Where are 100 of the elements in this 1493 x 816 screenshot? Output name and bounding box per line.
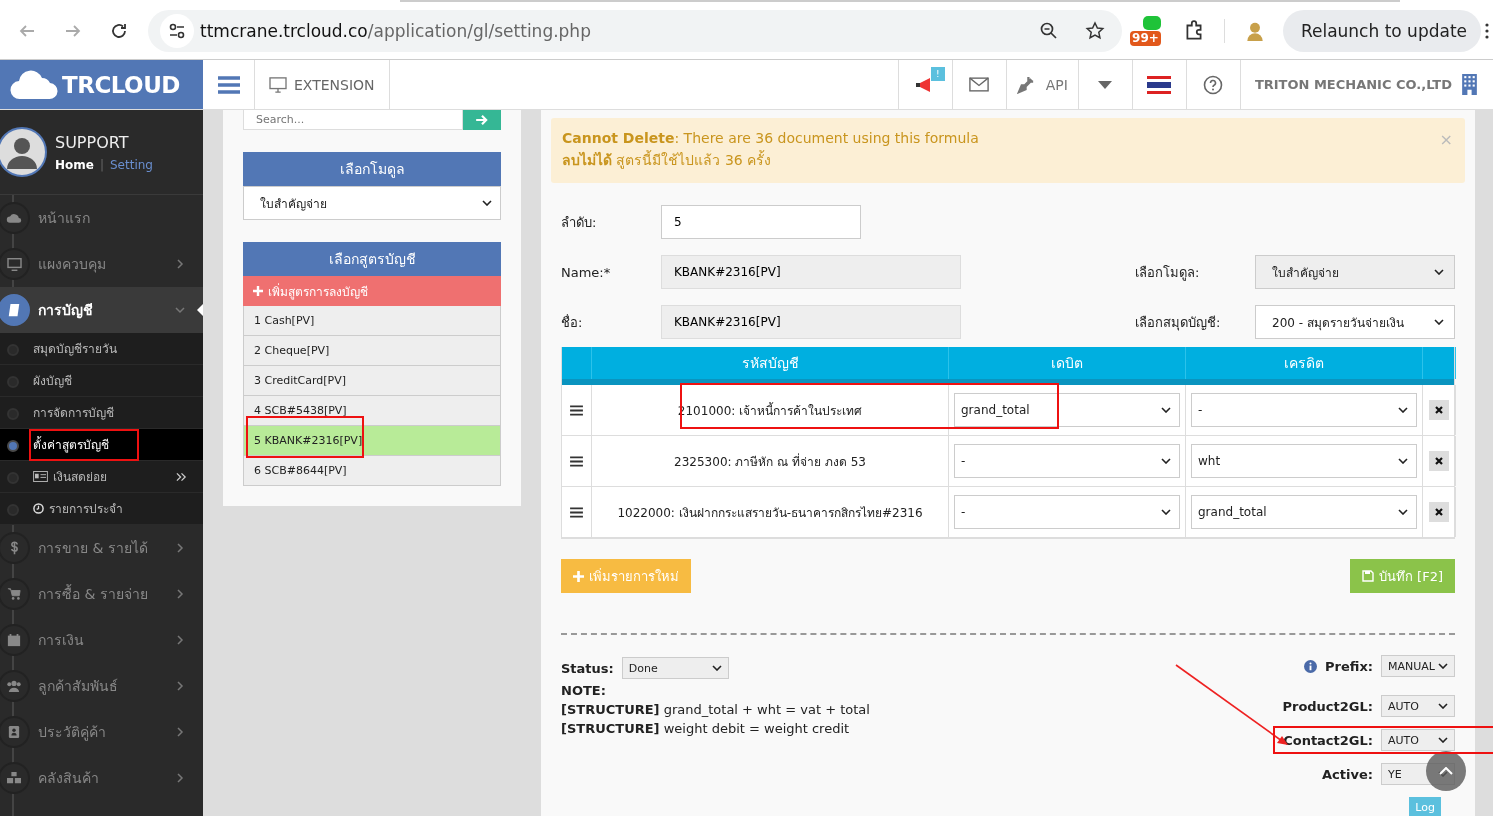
formula-item[interactable]: 5 KBANK#2316[PV] bbox=[243, 426, 501, 456]
book-icon bbox=[0, 294, 30, 326]
relaunch-button[interactable]: Relaunch to update bbox=[1282, 9, 1481, 52]
chevron-down-icon bbox=[1438, 737, 1448, 743]
column-header: เดบิต bbox=[949, 347, 1186, 379]
note-text: [STRUCTURE] grand_total + wht = vat + total bbox=[561, 702, 870, 717]
sidebar-item[interactable]: การขาย & รายได้ bbox=[0, 525, 203, 571]
monitor-icon bbox=[269, 76, 287, 93]
menu-dots-icon[interactable] bbox=[1485, 22, 1489, 39]
alert-message: ลบไม่ได้ สูตรนี้มีใช้ไปแล้ว 36 ครั้ง bbox=[562, 149, 773, 171]
info-icon bbox=[1304, 659, 1317, 673]
plus-icon bbox=[253, 286, 263, 296]
close-icon bbox=[1435, 406, 1443, 414]
site-settings-icon[interactable] bbox=[160, 13, 194, 48]
menu-icon bbox=[217, 75, 240, 94]
drag-handle-icon[interactable] bbox=[570, 404, 583, 416]
column-header: เครดิต bbox=[1186, 347, 1423, 379]
status-select[interactable]: Done bbox=[621, 657, 729, 679]
field-label: Name:* bbox=[561, 264, 612, 280]
panel-header: เลือกโมดูล bbox=[243, 152, 501, 186]
setting-select[interactable]: AUTO bbox=[1381, 695, 1455, 717]
caret-icon bbox=[1098, 80, 1113, 89]
panel-header: เลือกสูตรบัญชี bbox=[243, 242, 501, 276]
sidebar-item[interactable]: การบัญชี bbox=[0, 287, 203, 333]
field-label: Prefix: bbox=[1324, 657, 1373, 676]
notification-count: 99+ bbox=[1130, 30, 1161, 46]
submenu-item[interactable]: การจัดการบัญชี bbox=[0, 397, 203, 429]
mail-icon bbox=[969, 77, 990, 92]
sidebar-item[interactable]: การซื้อ & รายจ่าย bbox=[0, 571, 203, 617]
sidebar-item[interactable]: ลูกค้าสัมพันธ์ bbox=[0, 663, 203, 709]
name-field[interactable]: KBANK#2316[PV] bbox=[661, 255, 961, 289]
arrow-right-icon bbox=[476, 115, 488, 125]
submenu-item[interactable]: รายการประจำ bbox=[0, 493, 203, 525]
formula-item[interactable]: 3 CreditCard[PV] bbox=[243, 366, 501, 396]
setting-link[interactable]: Setting bbox=[110, 157, 153, 172]
sidebar-item[interactable]: แผงควบคุม bbox=[0, 241, 203, 287]
delete-row-button[interactable] bbox=[1429, 502, 1449, 522]
company-name: TRITON MECHANIC CO.,LTD bbox=[1254, 77, 1452, 92]
field-label: เลือกโมดูล: bbox=[1135, 263, 1201, 283]
submenu-item[interactable]: เงินสดย่อย bbox=[0, 461, 203, 493]
scroll-to-top-button[interactable] bbox=[1426, 751, 1466, 791]
chevron-down-icon bbox=[1434, 269, 1444, 275]
formula-item[interactable]: 6 SCB#8644[PV] bbox=[243, 456, 501, 486]
plug-icon bbox=[1016, 75, 1036, 94]
delete-row-button[interactable] bbox=[1429, 400, 1449, 420]
field-label: Status: bbox=[561, 660, 614, 676]
alert-badge: ! bbox=[930, 67, 945, 81]
formula-item[interactable]: 1 Cash[PV] bbox=[243, 306, 501, 336]
chevron-down-icon bbox=[1161, 458, 1171, 464]
search-field[interactable]: Search... bbox=[243, 110, 463, 130]
drag-handle-icon[interactable] bbox=[570, 455, 583, 467]
formula-item[interactable]: 4 SCB#5438[PV] bbox=[243, 396, 501, 426]
debit-select[interactable]: grand_total bbox=[954, 393, 1180, 427]
url-text: ttmcrane.trcloud.co/application/gl/setting.php bbox=[200, 20, 591, 41]
field-label: ชื่อ: bbox=[561, 313, 584, 332]
chevron-down-icon bbox=[1398, 407, 1408, 413]
module-select[interactable]: ใบสำคัญจ่าย bbox=[1255, 255, 1455, 289]
debit-select[interactable]: - bbox=[954, 495, 1180, 529]
field-label: Active: bbox=[1321, 765, 1373, 784]
delete-row-button[interactable] bbox=[1429, 451, 1449, 471]
journal-select[interactable]: 200 - สมุดรายวันจ่ายเงิน bbox=[1255, 305, 1455, 339]
drag-handle-icon[interactable] bbox=[570, 506, 583, 518]
sidebar-item[interactable]: ประวัติคู่ค้า bbox=[0, 709, 203, 755]
thai-name-field[interactable]: KBANK#2316[PV] bbox=[661, 305, 961, 339]
field-label: Product2GL: bbox=[1281, 697, 1373, 716]
chevron-down-icon bbox=[1438, 703, 1448, 709]
home-link[interactable]: Home bbox=[55, 157, 94, 172]
field-label: ลำดับ: bbox=[561, 213, 598, 232]
logo[interactable]: TRCLOUD bbox=[0, 60, 203, 109]
credit-select[interactable]: grand_total bbox=[1191, 495, 1417, 529]
note-text: [STRUCTURE] weight debit = weight credit bbox=[561, 721, 851, 736]
user-name: SUPPORT bbox=[55, 132, 130, 152]
submenu-item[interactable]: ผังบัญชี bbox=[0, 365, 203, 397]
address-bar[interactable]: ttmcrane.trcloud.co/application/gl/setting.php bbox=[148, 9, 1123, 52]
setting-select[interactable]: MANUAL bbox=[1381, 655, 1455, 677]
order-field[interactable]: 5 bbox=[661, 205, 861, 239]
chevron-down-icon bbox=[1438, 663, 1448, 669]
chevron-down-icon bbox=[1434, 319, 1444, 325]
cloud-icon bbox=[10, 69, 58, 100]
building-icon bbox=[1462, 74, 1477, 95]
sidebar-item[interactable]: คลังสินค้า bbox=[0, 755, 203, 801]
sidebar-item[interactable]: การเงิน bbox=[0, 617, 203, 663]
formula-item[interactable]: 2 Cheque[PV] bbox=[243, 336, 501, 366]
sidebar-item[interactable]: หน้าแรก bbox=[0, 195, 203, 241]
close-icon bbox=[1435, 508, 1443, 516]
flag-icon bbox=[1147, 75, 1172, 94]
submenu-item[interactable]: สมุดบัญชีรายวัน bbox=[0, 333, 203, 365]
credit-select[interactable]: - bbox=[1191, 393, 1417, 427]
double-chevron-icon bbox=[176, 471, 187, 482]
setting-select[interactable]: AUTO bbox=[1381, 729, 1455, 751]
chevron-down-icon bbox=[1161, 509, 1171, 515]
debit-select[interactable]: - bbox=[954, 444, 1180, 478]
breadcrumb-separator: | bbox=[99, 157, 104, 172]
submenu-item[interactable]: ตั้งค่าสูตรบัญชี bbox=[0, 429, 203, 461]
module-select[interactable]: ใบสำคัญจ่าย bbox=[243, 186, 501, 220]
credit-select[interactable]: wht bbox=[1191, 444, 1417, 478]
close-icon bbox=[1435, 457, 1443, 465]
star-icon[interactable] bbox=[1085, 20, 1106, 41]
note-label: NOTE: bbox=[561, 683, 607, 698]
chevron-down-icon bbox=[1398, 509, 1408, 515]
